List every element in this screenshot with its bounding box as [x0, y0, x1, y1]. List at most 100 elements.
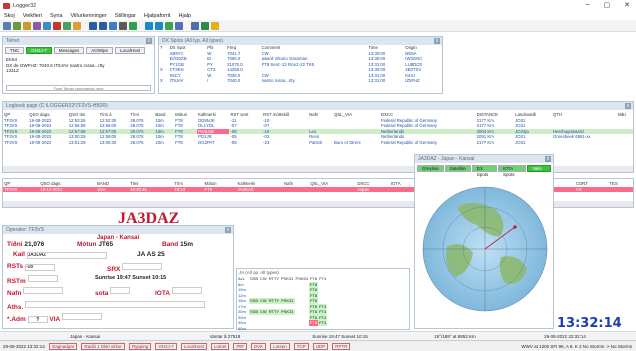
tab-localhost[interactable]: LocalHost — [115, 47, 146, 54]
list-icon[interactable] — [191, 21, 199, 30]
star-icon[interactable] — [73, 21, 81, 30]
calendar-icon[interactable] — [175, 21, 183, 30]
sync-icon[interactable] — [155, 21, 163, 30]
adm-label: *.Adm — [7, 316, 26, 323]
tab-dx-spots[interactable]: DX Spots — [471, 165, 498, 177]
close-icon[interactable]: x — [146, 38, 152, 44]
tab-aowipe[interactable]: AOWipe — [86, 47, 114, 54]
status-tag[interactable]: RPTR — [332, 342, 351, 350]
menu-bar: Skoj Veikfieri Syna Villurkenninger Stil… — [0, 11, 636, 20]
menu-item[interactable]: Skoj — [4, 13, 15, 19]
info-beam: Vantar å 27518 — [209, 333, 241, 339]
map-panel: JA3DAZ - Japan - Kansai x Greyline Satell… — [414, 154, 554, 329]
tab-oh2j[interactable]: OH2J-7 — [26, 47, 52, 54]
nafn-input[interactable] — [23, 287, 64, 294]
freq-value[interactable]: 21,076 — [24, 241, 44, 248]
iota-input[interactable] — [171, 287, 202, 294]
status-propagation: WWV at 1200 SFI 96, A 8, K 2 No Storms -… — [521, 343, 632, 349]
print-icon[interactable] — [119, 21, 127, 30]
tab-valin-dx[interactable]: Valin DX — [527, 165, 551, 177]
radio-icon[interactable] — [33, 21, 41, 30]
status-tag[interactable]: Gagnadgar — [48, 342, 78, 350]
settings-icon[interactable] — [43, 21, 51, 30]
telnet-command-input[interactable] — [6, 85, 151, 91]
export-icon[interactable] — [201, 21, 209, 30]
alert-icon[interactable] — [53, 21, 61, 30]
status-tag[interactable]: Lotsen — [270, 342, 290, 350]
call-input[interactable] — [26, 251, 107, 259]
menu-item[interactable]: Stillingar — [115, 13, 136, 19]
notes-input[interactable] — [25, 301, 206, 308]
zone-info: JA AS 25 — [137, 251, 165, 258]
tab-tnc[interactable]: TNC — [5, 47, 25, 54]
tab-greyline[interactable]: Greyline — [417, 165, 444, 172]
status-tag[interactable]: OH2J-7 — [155, 342, 177, 350]
info-sun: Sunrise 19:47 Sunset 10:15 — [312, 333, 368, 339]
col-header: FT8 — [309, 276, 318, 281]
close-icon[interactable]: x — [434, 38, 440, 44]
menu-item[interactable]: Hjalpaforrit — [144, 13, 171, 19]
close-icon[interactable]: x — [625, 103, 631, 109]
pencil-icon[interactable] — [211, 21, 219, 30]
telnet-output: EK54 DX de I2WFHZ: 7040.6 IT9JAV nastro … — [3, 56, 154, 86]
srx-input[interactable] — [122, 263, 163, 270]
tab-iota-spots[interactable]: IOTA Spots — [498, 165, 527, 177]
status-datetime: 29-08-2022 13:32:14 — [3, 343, 45, 349]
status-tag[interactable]: LocalHost — [180, 342, 207, 350]
via-input[interactable] — [61, 313, 102, 320]
adm-value[interactable]: ? — [27, 316, 48, 323]
close-button[interactable]: ✕ — [624, 1, 630, 9]
rsts-input[interactable] — [24, 263, 55, 271]
close-icon[interactable]: x — [225, 227, 231, 233]
status-tag[interactable]: ### — [233, 342, 247, 350]
chart-icon[interactable] — [109, 21, 117, 30]
call-label: Kall — [13, 251, 25, 258]
window-icon[interactable] — [89, 21, 97, 30]
tab-satellite[interactable]: Satellite — [444, 165, 471, 172]
freq-label: Tíðni — [7, 241, 23, 248]
minimize-button[interactable]: – — [586, 1, 590, 9]
nafn-label: Nafn — [7, 290, 22, 297]
status-tag[interactable]: DVK — [250, 342, 267, 350]
logbook-icon[interactable] — [3, 21, 11, 30]
band-value[interactable]: 15m — [180, 241, 193, 248]
map-header: JA3DAZ - Japan - Kansai x — [415, 155, 553, 163]
check-icon[interactable] — [165, 21, 173, 30]
mode-value[interactable]: JT65 — [98, 241, 113, 248]
menu-item[interactable]: Hjalp — [179, 13, 192, 19]
menu-item[interactable]: Syna — [50, 13, 63, 19]
rstm-label: RSTm — [7, 278, 26, 285]
close-icon[interactable]: x — [545, 156, 551, 162]
status-tag[interactable]: UDP — [312, 342, 329, 350]
maximize-button[interactable]: ▢ — [604, 1, 611, 9]
telnet-header: Telnet x — [3, 37, 154, 45]
spot-row[interactable]: X IT9JAV I 7040.0 nastro rossa...rtty 13:31:0… — [159, 78, 442, 84]
sunrise-info: Sunrise 19:47 Sunset 10:15 — [95, 275, 167, 281]
log-row[interactable]: TF3VS 19-08-2022 13:01:29 13:00:30 28.076 10m… — [3, 140, 633, 146]
menu-item[interactable]: Villurkenninger — [71, 13, 107, 19]
status-bar: 29-08-2022 13:32:14 Gagnadgar Radió 1 Ek… — [0, 340, 636, 351]
info-datetime: 29-08-2022 22:32:14 — [544, 333, 586, 339]
status-tag[interactable]: Radió 1 Ekki virkur — [81, 342, 125, 350]
telnet-icon[interactable] — [13, 21, 21, 30]
band-label: Band — [162, 241, 179, 248]
status-tag[interactable]: Lotnet — [210, 342, 230, 350]
spots-icon[interactable] — [23, 21, 31, 30]
col-header: SSB — [250, 276, 259, 281]
sota-input[interactable] — [110, 287, 131, 294]
aths-label: Aths. — [7, 304, 24, 311]
grid-icon[interactable] — [99, 21, 107, 30]
menu-item[interactable]: Veikfieri — [23, 13, 42, 19]
dx-spots-header: DX Spots (All typ. All types) x — [159, 37, 442, 45]
utc-clock: 13:32:14 — [557, 316, 622, 331]
map-icon[interactable] — [63, 21, 71, 30]
status-tag[interactable]: TCP — [293, 342, 309, 350]
col-header: FT4 — [319, 276, 327, 281]
status-tag[interactable]: Rypping — [128, 342, 152, 350]
tab-messages[interactable]: Messages — [53, 47, 85, 54]
globe-icon[interactable] — [129, 21, 137, 30]
rstm-input[interactable] — [27, 275, 58, 282]
band-mode-panel: JA (All op. All types) ALL SSB CW RTTY PSK31… — [236, 268, 410, 342]
db-icon[interactable] — [145, 21, 153, 30]
azimuthal-map[interactable] — [417, 177, 553, 327]
